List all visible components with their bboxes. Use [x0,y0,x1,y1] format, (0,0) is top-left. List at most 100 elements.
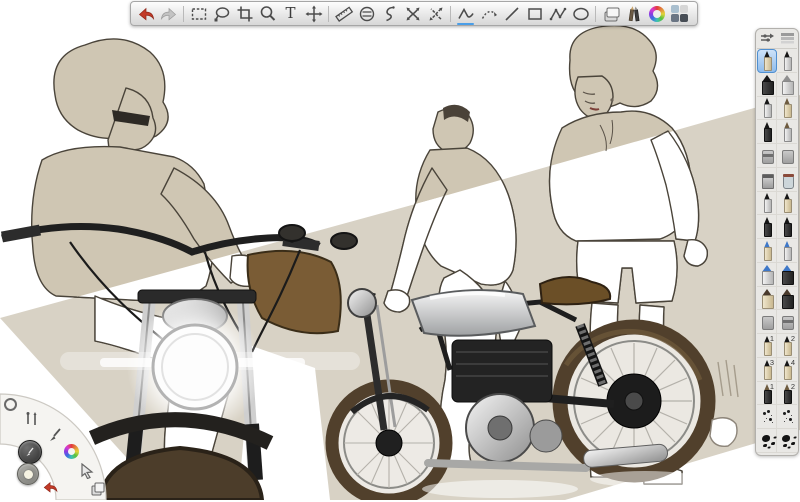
lasso-select-icon [212,4,232,24]
symmetry-y-icon [426,4,446,24]
corner-lagoon [0,382,118,500]
rectangle-icon [525,4,545,24]
undo-icon [42,480,60,495]
brush-inking-pen[interactable] [757,215,777,239]
brush-smudge-flat-2[interactable] [777,310,797,334]
symmetry-x-icon [403,4,423,24]
text-tool[interactable]: T [279,2,302,25]
brush-marker-blue-chisel[interactable] [757,263,777,287]
symmetry-x-tool[interactable] [401,2,424,25]
redo-button[interactable] [157,2,180,25]
marquee-select-tool[interactable] [187,2,210,25]
copic-swatches-icon [671,5,688,22]
layers-icon [90,481,106,497]
brush-palette-header [757,31,797,49]
color-wheel-button[interactable] [645,2,668,25]
brush-palette-panel: 1 2 3 4 1 2 [755,28,799,456]
polyline-tool[interactable] [546,2,569,25]
move-icon [304,4,324,24]
brush-settings-icon[interactable] [760,31,775,49]
toolbar-separator [328,6,329,22]
brush-marker-black[interactable] [757,73,777,97]
toolbar-separator [450,6,451,22]
lagoon-layers-item[interactable] [90,481,106,502]
brush-number-label: 2 [791,383,795,391]
brush-eraser-soft[interactable] [777,144,797,168]
brush-paintbrush-1[interactable]: 1 [757,382,777,406]
brush-pointed[interactable] [777,120,797,144]
layers-panel-button[interactable] [599,2,622,25]
app-window: T [0,0,800,500]
undo-button[interactable] [134,2,157,25]
color-puck[interactable] [17,463,39,485]
french-curve-tool[interactable] [378,2,401,25]
brush-spatter-coarse[interactable] [777,405,797,429]
panel-menu-icon[interactable] [780,31,795,49]
crop-tool[interactable] [233,2,256,25]
brush-technical-pen[interactable] [777,49,797,73]
brush-paint-can[interactable] [757,168,777,192]
brush-pen-dark[interactable] [757,120,777,144]
ruler-icon [334,4,354,24]
ellipse-icon [571,4,591,24]
lagoon-brush-item[interactable] [48,427,64,448]
brush-pen-fine-2[interactable] [777,192,797,216]
magnifier-icon [258,4,278,24]
brush-mop-angled[interactable] [777,287,797,311]
brush-round[interactable] [777,97,797,121]
ruler-tool[interactable] [332,2,355,25]
brush-marker-chisel[interactable] [777,73,797,97]
brush-icon [48,427,64,443]
line-tool[interactable] [500,2,523,25]
current-color-swatch [24,470,33,479]
lagoon-interface-item[interactable] [4,398,17,411]
brush-pencil-3[interactable]: 3 [757,358,777,382]
redo-icon [159,4,179,24]
marquee-select-icon [189,4,209,24]
zoom-tool[interactable] [256,2,279,25]
move-tool[interactable] [302,2,325,25]
lagoon-color-item[interactable] [64,444,79,459]
brush-eraser-broad[interactable] [757,144,777,168]
brush-pencil[interactable] [757,49,777,73]
brush-pencil-1[interactable]: 1 [757,334,777,358]
brush-grid: 1 2 3 4 1 2 [757,49,797,453]
curve-pen-tool[interactable] [477,2,500,25]
toolbar-separator [595,6,596,22]
color-wheel-icon [649,6,665,22]
copic-swatches-button[interactable] [668,2,691,25]
front-wheel [332,386,446,500]
brush-pen-fine[interactable] [757,192,777,216]
ellipse-tool[interactable] [569,2,592,25]
brush-pencil-4[interactable]: 4 [777,358,797,382]
brush-blue-2[interactable] [777,239,797,263]
brush-paintbrush-2[interactable]: 2 [777,382,797,406]
lagoon-tools-item[interactable] [24,411,40,433]
undo-icon [136,4,156,24]
brush-blue[interactable] [757,239,777,263]
brush-number-label: 4 [791,359,795,367]
brush-mop[interactable] [757,287,777,311]
ellipse-guide-tool[interactable] [355,2,378,25]
brush-splat-drops[interactable] [777,429,797,453]
brush-palette-button[interactable] [622,2,645,25]
brush-number-label: 1 [770,335,774,343]
brush-spatter-fine[interactable] [757,405,777,429]
brush-ballpoint[interactable] [757,97,777,121]
brush-water-jar[interactable] [777,168,797,192]
brush-marker-blue-wide[interactable] [777,263,797,287]
rectangle-tool[interactable] [523,2,546,25]
brush-number-label: 1 [770,383,774,391]
brush-pencil-2[interactable]: 2 [777,334,797,358]
brush-smudge-flat[interactable] [757,310,777,334]
brush-splat-ink[interactable] [757,429,777,453]
toolbar-separator [183,6,184,22]
steady-stroke-tool[interactable] [454,2,477,25]
brush-puck[interactable] [18,440,42,464]
lagoon-undo-button[interactable] [42,480,60,500]
lasso-select-tool[interactable] [210,2,233,25]
brush-inking-pen-2[interactable] [777,215,797,239]
symmetry-y-tool[interactable] [424,2,447,25]
drawing-canvas[interactable] [0,0,800,500]
brush-number-label: 3 [770,359,774,367]
